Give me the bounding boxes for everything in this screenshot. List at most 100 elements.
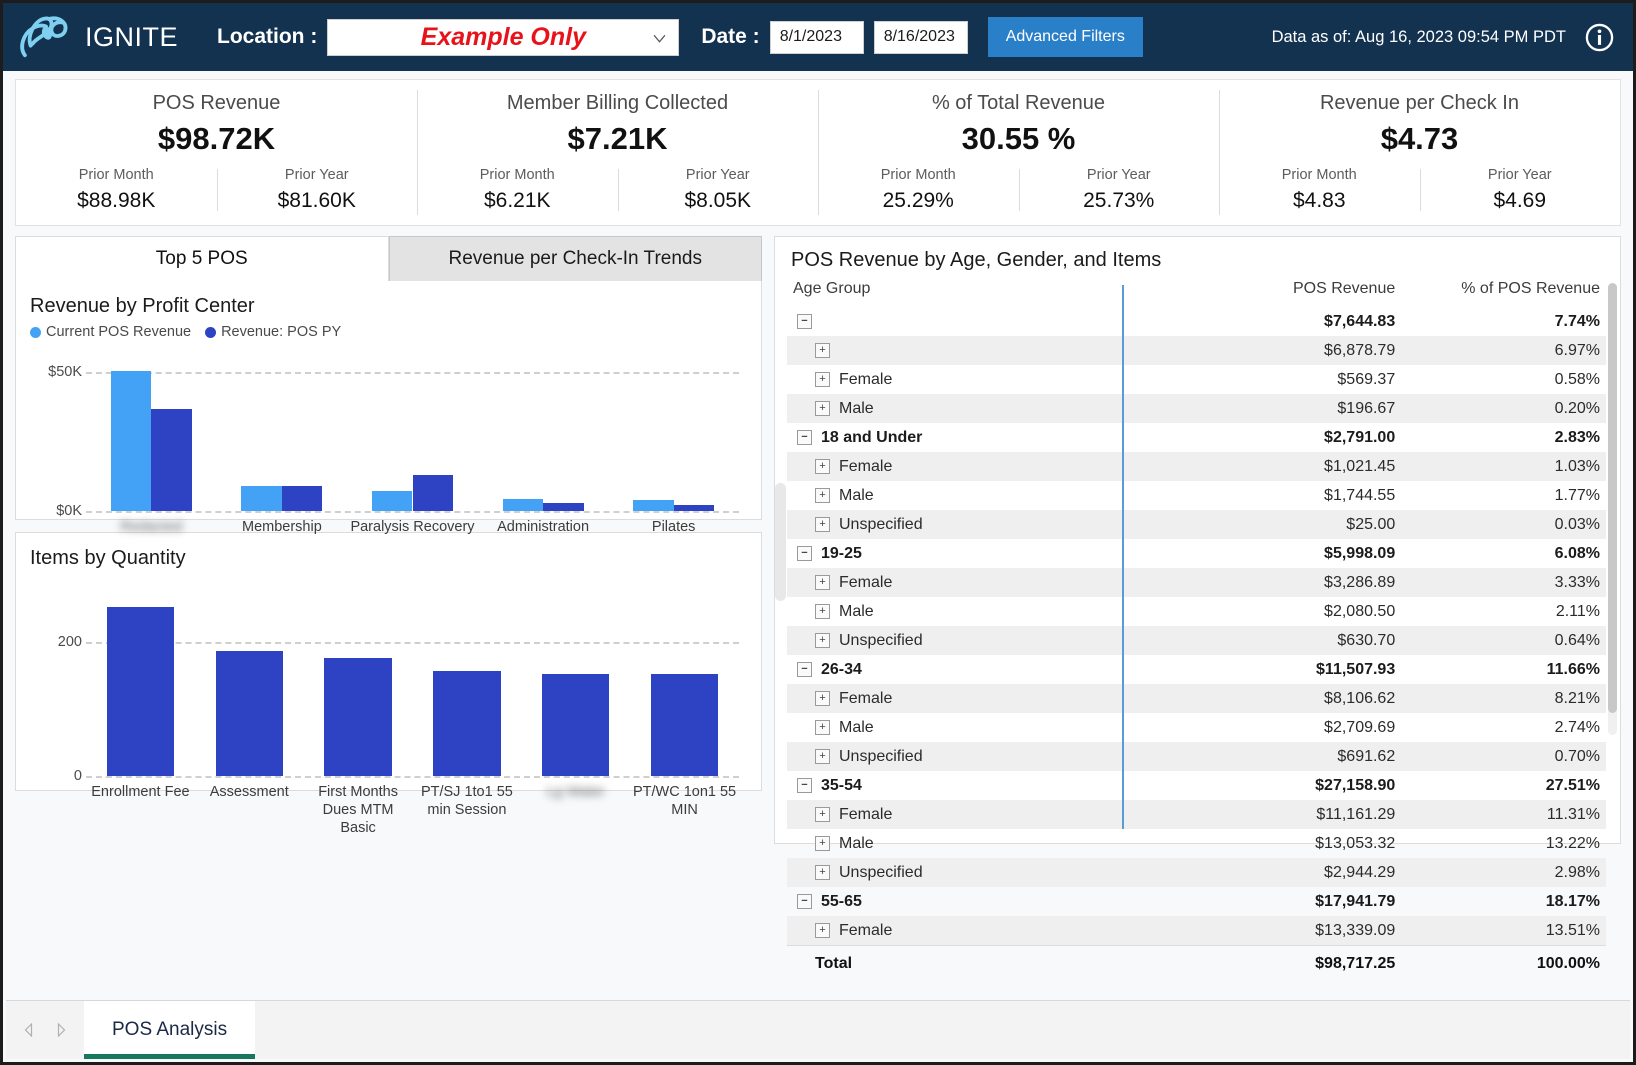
column-header-age-group[interactable]: Age Group: [787, 280, 1164, 307]
cell-pct-of-pos-revenue: 2.83%: [1554, 428, 1600, 446]
triangle-left-icon[interactable]: [22, 1023, 35, 1037]
table-row[interactable]: + Male $2,709.69 2.74%: [787, 713, 1606, 742]
page-nav-arrows: [6, 1001, 84, 1059]
chart-bar[interactable]: [215, 650, 283, 776]
table-row[interactable]: + Unspecified $630.70 0.64%: [787, 626, 1606, 655]
chart-bar[interactable]: [324, 657, 392, 776]
chart-bar[interactable]: [151, 409, 192, 511]
table-row[interactable]: −26-34 $11,507.93 11.66%: [787, 655, 1606, 684]
page-tab-pos-analysis[interactable]: POS Analysis: [84, 1001, 256, 1059]
expand-toggle-icon[interactable]: +: [815, 372, 830, 387]
cell-pos-revenue: $2,944.29: [1324, 863, 1396, 881]
row-label: Unspecified: [839, 515, 923, 533]
expand-toggle-icon[interactable]: +: [815, 401, 830, 416]
column-header-pct-of-pos-revenue[interactable]: % of POS Revenue: [1401, 280, 1606, 307]
table-row[interactable]: + Female $1,021.45 1.03%: [787, 452, 1606, 481]
cell-pos-revenue: $7,644.83: [1324, 312, 1396, 330]
table-row[interactable]: −35-54 $27,158.90 27.51%: [787, 771, 1606, 800]
cell-pct-of-pos-revenue: 11.66%: [1546, 660, 1600, 678]
expand-toggle-icon[interactable]: +: [815, 720, 830, 735]
collapse-toggle-icon[interactable]: −: [797, 430, 812, 445]
collapse-toggle-icon[interactable]: −: [797, 778, 812, 793]
collapse-toggle-icon[interactable]: −: [797, 662, 812, 677]
table-row[interactable]: + Male $2,080.50 2.11%: [787, 597, 1606, 626]
row-label: 55-65: [821, 892, 862, 910]
kpi-prior-year-value: 25.73%: [1083, 189, 1155, 212]
collapse-toggle-icon[interactable]: −: [797, 314, 812, 329]
table-row[interactable]: + Unspecified $25.00 0.03%: [787, 510, 1606, 539]
chart-bar[interactable]: [372, 490, 413, 511]
legend-item-current-pos-revenue[interactable]: Current POS Revenue: [30, 324, 191, 340]
date-from-input[interactable]: 8/1/2023: [769, 20, 864, 54]
expand-toggle-icon[interactable]: +: [815, 575, 830, 590]
expand-toggle-icon[interactable]: +: [815, 923, 830, 938]
chart-y-tick-label: $0K: [56, 503, 82, 519]
cell-pct-of-pos-revenue: 0.58%: [1554, 370, 1600, 388]
table-row[interactable]: − $7,644.83 7.74%: [787, 307, 1606, 336]
chart-bar[interactable]: [106, 607, 175, 776]
table-row[interactable]: + Female $13,339.09 13.51%: [787, 916, 1606, 946]
chart-bar[interactable]: [433, 670, 501, 776]
chart-bar[interactable]: [281, 485, 323, 511]
expand-toggle-icon[interactable]: +: [815, 691, 830, 706]
table-row[interactable]: + Female $3,286.89 3.33%: [787, 568, 1606, 597]
cell-pos-revenue: $1,021.45: [1324, 457, 1396, 475]
table-row[interactable]: + Male $1,744.55 1.77%: [787, 481, 1606, 510]
expand-toggle-icon[interactable]: +: [815, 865, 830, 880]
chart-bar[interactable]: [650, 674, 719, 776]
tab-revenue-per-check-in-trends[interactable]: Revenue per Check-In Trends: [388, 236, 762, 281]
chart-bar[interactable]: [110, 370, 152, 511]
cell-pos-revenue: $27,158.90: [1315, 776, 1396, 794]
table-scrollbar[interactable]: [1608, 283, 1617, 735]
table-left-scroll-indicator[interactable]: [775, 483, 786, 601]
expand-toggle-icon[interactable]: +: [815, 459, 830, 474]
advanced-filters-button[interactable]: Advanced Filters: [987, 17, 1143, 57]
table-row[interactable]: + Female $8,106.62 8.21%: [787, 684, 1606, 713]
table-row[interactable]: + Male $13,053.32 13.22%: [787, 829, 1606, 858]
cell-pos-revenue: $6,878.79: [1324, 341, 1396, 359]
chart-bar[interactable]: [542, 674, 610, 776]
expand-toggle-icon[interactable]: +: [815, 343, 830, 358]
table-row[interactable]: + Female $569.37 0.58%: [787, 365, 1606, 394]
collapse-toggle-icon[interactable]: −: [797, 894, 812, 909]
tab-top-5-pos[interactable]: Top 5 POS: [15, 236, 389, 281]
collapse-toggle-icon[interactable]: −: [797, 546, 812, 561]
location-select[interactable]: Example Only: [327, 18, 680, 56]
chart-bar[interactable]: [543, 502, 584, 511]
table-row[interactable]: + $6,878.79 6.97%: [787, 336, 1606, 365]
table-row[interactable]: + Unspecified $2,944.29 2.98%: [787, 858, 1606, 887]
expand-toggle-icon[interactable]: +: [815, 517, 830, 532]
kpi-prior-month-label: Prior Month: [1281, 167, 1357, 183]
date-to-input[interactable]: 8/16/2023: [873, 20, 968, 54]
expand-toggle-icon[interactable]: +: [815, 633, 830, 648]
kpi-prior-year: Prior Year $81.60K: [216, 167, 418, 213]
chart-bar[interactable]: [633, 500, 674, 511]
legend-item-revenue-pos-py[interactable]: Revenue: POS PY: [205, 324, 341, 340]
cell-age-group: + Female: [787, 916, 1164, 946]
table-row[interactable]: + Female $11,161.29 11.31%: [787, 800, 1606, 829]
cell-age-group: + Male: [787, 394, 1164, 423]
column-header-pos-revenue[interactable]: POS Revenue: [1164, 280, 1402, 307]
table-row[interactable]: −19-25 $5,998.09 6.08%: [787, 539, 1606, 568]
legend-swatch-icon: [30, 326, 41, 338]
table-row[interactable]: −18 and Under $2,791.00 2.83%: [787, 423, 1606, 452]
expand-toggle-icon[interactable]: +: [815, 604, 830, 619]
cell-total-pct: 100.00%: [1401, 945, 1606, 981]
table-row[interactable]: −55-65 $17,941.79 18.17%: [787, 887, 1606, 916]
triangle-right-icon[interactable]: [55, 1023, 68, 1037]
chart-y-tick-label: 200: [57, 634, 82, 651]
expand-toggle-icon[interactable]: +: [815, 488, 830, 503]
table-row[interactable]: + Male $196.67 0.20%: [787, 394, 1606, 423]
table-row[interactable]: + Unspecified $691.62 0.70%: [787, 742, 1606, 771]
expand-toggle-icon[interactable]: +: [815, 749, 830, 764]
info-icon[interactable]: [1584, 22, 1615, 53]
legend-label: Current POS Revenue: [46, 324, 192, 340]
expand-toggle-icon[interactable]: +: [815, 807, 830, 822]
kpi-prior-month: Prior Month 25.29%: [818, 167, 1019, 213]
row-label: Male: [839, 486, 874, 504]
chart-bar[interactable]: [412, 474, 453, 511]
chart-bar[interactable]: [241, 485, 282, 511]
expand-toggle-icon[interactable]: +: [815, 836, 830, 851]
row-label: 35-54: [821, 776, 862, 794]
chart-bar[interactable]: [502, 499, 544, 511]
